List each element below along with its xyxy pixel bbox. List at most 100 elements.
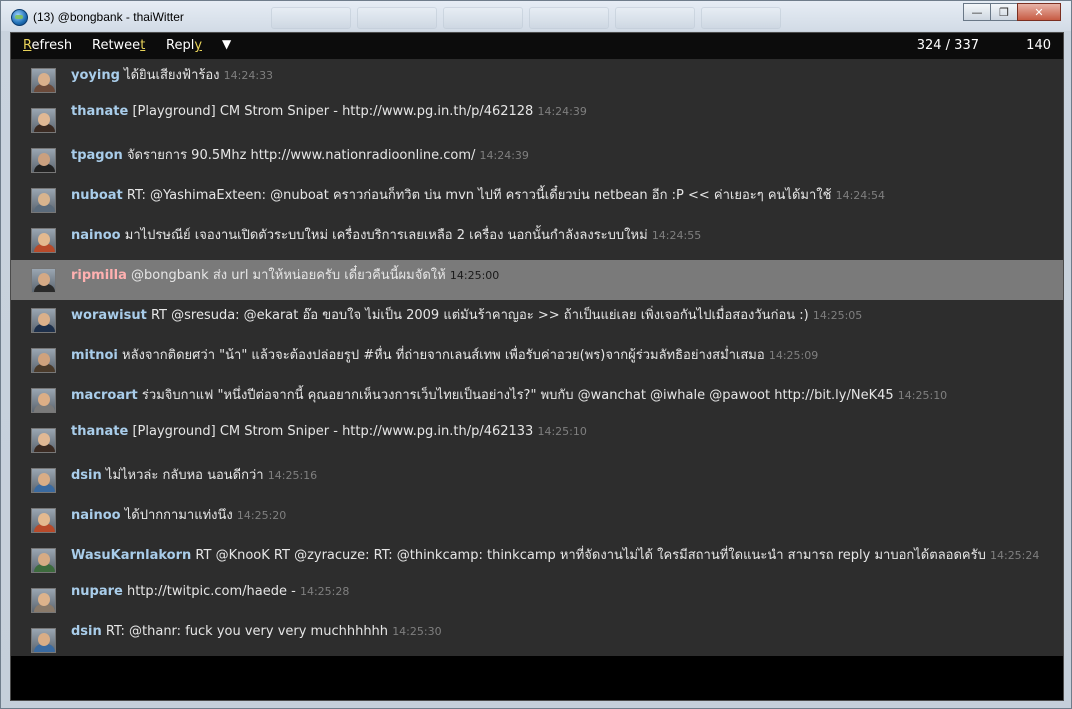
tweet-row[interactable]: macroart ร่วมจิบกาแฟ "หนึ่งปีต่อจากนี้ ค… bbox=[11, 380, 1063, 420]
tweet-text: [Playground] CM Strom Sniper - http://ww… bbox=[132, 424, 534, 439]
tweet-username[interactable]: nuboat bbox=[71, 188, 123, 203]
background-taskbar-tabs bbox=[271, 7, 781, 29]
avatar[interactable] bbox=[31, 588, 56, 613]
tweet-text: จัดรายการ 90.5Mhz http://www.nationradio… bbox=[126, 148, 476, 163]
tweet-username[interactable]: tpagon bbox=[71, 148, 123, 163]
tweet-row[interactable]: WasuKarnlakorn RT @KnooK RT @zyracuze: R… bbox=[11, 540, 1063, 580]
tweet-username[interactable]: macroart bbox=[71, 388, 138, 403]
tweet-line: nainoo มาไปรษณีย์ เจองานเปิดตัวระบบใหม่ … bbox=[71, 224, 701, 245]
avatar[interactable] bbox=[31, 68, 56, 93]
blurred-tab bbox=[357, 7, 437, 29]
tweet-username[interactable]: thanate bbox=[71, 424, 128, 439]
retweet-button[interactable]: Retweet bbox=[92, 38, 145, 53]
app-window: (13) @bongbank - thaiWitter — ❐ ✕ Refres… bbox=[0, 0, 1072, 709]
tweet-count: 324 / 337 bbox=[916, 38, 979, 53]
tweet-text: ได้ปากกามาแท่งนึง bbox=[124, 508, 233, 523]
close-icon[interactable]: ✕ bbox=[1017, 3, 1061, 21]
tweet-username[interactable]: yoying bbox=[71, 68, 120, 83]
tweet-text: [Playground] CM Strom Sniper - http://ww… bbox=[132, 104, 534, 119]
tweet-username[interactable]: mitnoi bbox=[71, 348, 118, 363]
tweet-timestamp: 14:25:10 bbox=[897, 389, 948, 402]
tweet-username[interactable]: dsin bbox=[71, 624, 102, 639]
tweet-username[interactable]: ripmilla bbox=[71, 268, 127, 283]
avatar[interactable] bbox=[31, 108, 56, 133]
tweet-line: nuboat RT: @YashimaExteen: @nuboat คราวก… bbox=[71, 184, 885, 205]
tweet-text: @bongbank ส่ง url มาให้หน่อยครับ เดี๋ยวค… bbox=[131, 268, 446, 283]
title-bar[interactable]: (13) @bongbank - thaiWitter — ❐ ✕ bbox=[1, 1, 1071, 31]
blurred-tab bbox=[443, 7, 523, 29]
tweet-row[interactable]: nainoo มาไปรษณีย์ เจองานเปิดตัวระบบใหม่ … bbox=[11, 220, 1063, 260]
tweet-username[interactable]: nainoo bbox=[71, 228, 121, 243]
avatar[interactable] bbox=[31, 628, 56, 653]
tweet-text: RT @sresuda: @ekarat อ๊อ ขอบใจ ไม่เป็น 2… bbox=[150, 308, 809, 323]
tweet-username[interactable]: WasuKarnlakorn bbox=[71, 548, 191, 563]
tweet-line: mitnoi หลังจากติดยศว่า "น้า" แล้วจะต้องป… bbox=[71, 344, 818, 365]
tweet-timestamp: 14:25:24 bbox=[989, 549, 1040, 562]
timeline[interactable]: yoying ได้ยินเสียงฟ้าร้อง 14:24:33 thanat… bbox=[11, 59, 1063, 656]
blurred-tab bbox=[701, 7, 781, 29]
globe-icon bbox=[11, 9, 28, 26]
tweet-line: nainoo ได้ปากกามาแท่งนึง 14:25:20 bbox=[71, 504, 286, 525]
tweet-username[interactable]: thanate bbox=[71, 104, 128, 119]
tweet-username[interactable]: nupare bbox=[71, 584, 123, 599]
tweet-row[interactable]: ripmilla @bongbank ส่ง url มาให้หน่อยครั… bbox=[11, 260, 1063, 300]
characters-remaining: 140 bbox=[1026, 38, 1051, 53]
avatar[interactable] bbox=[31, 388, 56, 413]
tweet-line: thanate [Playground] CM Strom Sniper - h… bbox=[71, 424, 587, 439]
avatar[interactable] bbox=[31, 308, 56, 333]
avatar[interactable] bbox=[31, 428, 56, 453]
tweet-row[interactable]: yoying ได้ยินเสียงฟ้าร้อง 14:24:33 bbox=[11, 60, 1063, 100]
tweet-row[interactable]: dsin ไม่ไหวล่ะ กลับหอ นอนดีกว่า 14:25:16 bbox=[11, 460, 1063, 500]
tweet-timestamp: 14:24:39 bbox=[479, 149, 529, 162]
tweet-row[interactable]: thanate [Playground] CM Strom Sniper - h… bbox=[11, 100, 1063, 140]
tweet-row[interactable]: dsin RT: @thanr: fuck you very very much… bbox=[11, 620, 1063, 656]
tweet-row[interactable]: nuboat RT: @YashimaExteen: @nuboat คราวก… bbox=[11, 180, 1063, 220]
tweet-timestamp: 14:24:33 bbox=[223, 69, 274, 82]
tweet-row[interactable]: nupare http://twitpic.com/haede - 14:25:… bbox=[11, 580, 1063, 620]
avatar[interactable] bbox=[31, 148, 56, 173]
tweet-timestamp: 14:25:30 bbox=[392, 625, 442, 638]
menu-dropdown-icon[interactable]: ▼ bbox=[222, 37, 231, 51]
app-client-area: Refresh Retweet Reply ▼ 324 / 337 140 yo… bbox=[10, 32, 1064, 701]
maximize-icon[interactable]: ❐ bbox=[990, 3, 1018, 21]
blurred-tab bbox=[615, 7, 695, 29]
tweet-input[interactable] bbox=[11, 656, 1063, 700]
tweet-line: ripmilla @bongbank ส่ง url มาให้หน่อยครั… bbox=[71, 264, 499, 285]
tweet-row[interactable]: mitnoi หลังจากติดยศว่า "น้า" แล้วจะต้องป… bbox=[11, 340, 1063, 380]
toolbar: Refresh Retweet Reply ▼ 324 / 337 140 bbox=[11, 33, 1063, 59]
minimize-icon[interactable]: — bbox=[963, 3, 991, 21]
tweet-username[interactable]: nainoo bbox=[71, 508, 121, 523]
tweet-timestamp: 14:25:10 bbox=[537, 425, 587, 438]
window-controls: — ❐ ✕ bbox=[963, 3, 1061, 21]
tweet-timestamp: 14:24:54 bbox=[835, 189, 885, 202]
avatar[interactable] bbox=[31, 268, 56, 293]
tweet-text: RT @KnooK RT @zyracuze: RT: @thinkcamp: … bbox=[195, 548, 986, 563]
tweet-timestamp: 14:25:28 bbox=[299, 585, 350, 598]
refresh-button[interactable]: Refresh bbox=[23, 38, 72, 53]
avatar[interactable] bbox=[31, 468, 56, 493]
tweet-text: หลังจากติดยศว่า "น้า" แล้วจะต้องปล่อยรูป… bbox=[122, 348, 765, 363]
tweet-text: ร่วมจิบกาแฟ "หนึ่งปีต่อจากนี้ คุณอยากเห็… bbox=[141, 388, 894, 403]
avatar[interactable] bbox=[31, 228, 56, 253]
avatar[interactable] bbox=[31, 508, 56, 533]
tweet-line: thanate [Playground] CM Strom Sniper - h… bbox=[71, 104, 587, 119]
tweet-line: worawisut RT @sresuda: @ekarat อ๊อ ขอบใจ… bbox=[71, 304, 862, 325]
tweet-line: yoying ได้ยินเสียงฟ้าร้อง 14:24:33 bbox=[71, 64, 273, 85]
tweet-line: dsin RT: @thanr: fuck you very very much… bbox=[71, 624, 442, 639]
tweet-timestamp: 14:25:20 bbox=[236, 509, 287, 522]
window-title: (13) @bongbank - thaiWitter bbox=[33, 10, 184, 24]
tweet-row[interactable]: nainoo ได้ปากกามาแท่งนึง 14:25:20 bbox=[11, 500, 1063, 540]
avatar[interactable] bbox=[31, 548, 56, 573]
tweet-username[interactable]: dsin bbox=[71, 468, 102, 483]
tweet-row[interactable]: thanate [Playground] CM Strom Sniper - h… bbox=[11, 420, 1063, 460]
tweet-text: RT: @thanr: fuck you very very muchhhhhh bbox=[105, 624, 389, 639]
avatar[interactable] bbox=[31, 348, 56, 373]
tweet-username[interactable]: worawisut bbox=[71, 308, 147, 323]
reply-button[interactable]: Reply bbox=[166, 38, 202, 53]
tweet-row[interactable]: tpagon จัดรายการ 90.5Mhz http://www.nati… bbox=[11, 140, 1063, 180]
blurred-tab bbox=[271, 7, 351, 29]
tweet-line: tpagon จัดรายการ 90.5Mhz http://www.nati… bbox=[71, 144, 529, 165]
tweet-row[interactable]: worawisut RT @sresuda: @ekarat อ๊อ ขอบใจ… bbox=[11, 300, 1063, 340]
avatar[interactable] bbox=[31, 188, 56, 213]
tweet-line: macroart ร่วมจิบกาแฟ "หนึ่งปีต่อจากนี้ ค… bbox=[71, 384, 947, 405]
